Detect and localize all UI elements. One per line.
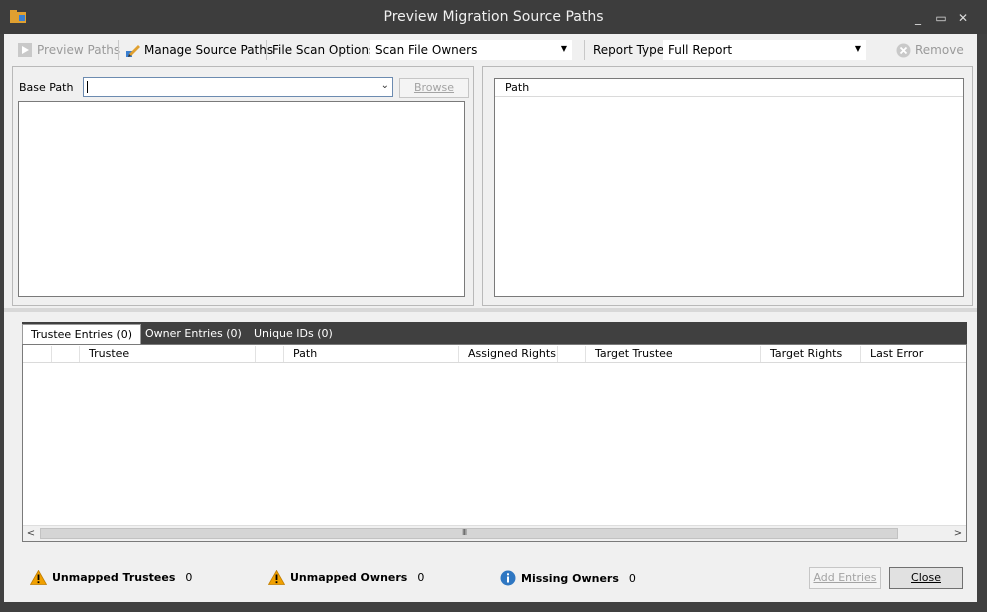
title-bar[interactable]: Preview Migration Source Paths _ ▭ ✕ [0,0,987,34]
toolbar: Preview Paths Manage Source Paths File S… [4,34,977,65]
remove-label: Remove [915,43,964,57]
missing-owners-count: 0 [628,571,636,585]
close-button[interactable]: Close [889,567,963,589]
missing-owners-status: Missing Owners 0 [500,570,636,586]
entries-section: Trustee Entries (0) Owner Entries (0) Un… [22,322,967,544]
file-scan-options-dropdown[interactable]: Scan File Owners ▼ [370,40,572,60]
paths-list[interactable]: Path [494,78,964,297]
column-separator [79,346,80,362]
manage-source-paths-label: Manage Source Paths [144,43,274,57]
toolbar-separator [584,40,585,60]
column-header-assigned-rights[interactable]: Assigned Rights [464,345,556,363]
column-header-path[interactable]: Path [289,345,317,363]
maximize-button[interactable]: ▭ [935,12,947,24]
column-separator [255,346,256,362]
remove-button[interactable]: Remove [896,42,964,58]
chevron-down-icon: ⌄ [380,80,389,91]
unmapped-owners-status: Unmapped Owners 0 [268,570,424,585]
chevron-down-icon: ▼ [560,44,567,53]
manage-source-paths-button[interactable]: Manage Source Paths [125,42,273,58]
report-type-label: Report Type: [593,43,669,57]
client-area: Preview Paths Manage Source Paths File S… [4,34,977,602]
paths-list-header: Path [495,79,963,97]
close-window-button[interactable]: ✕ [957,12,969,24]
toolbar-separator [118,40,119,60]
scroll-right-button[interactable]: > [950,526,966,541]
scroll-left-button[interactable]: < [23,526,39,541]
missing-owners-label: Missing Owners [521,571,619,585]
column-header-trustee[interactable]: Trustee [85,345,129,363]
warning-icon [268,570,285,585]
toolbar-separator [266,40,267,60]
entries-grid[interactable]: Trustee Path Assigned Rights Target Trus… [22,344,967,542]
entries-tabstrip: Trustee Entries (0) Owner Entries (0) Un… [22,322,967,344]
add-entries-button[interactable]: Add Entries [809,567,881,589]
scrollbar-thumb[interactable]: III [40,528,898,539]
tab-owner-entries[interactable]: Owner Entries (0) [137,324,250,344]
file-scan-options-value: Scan File Owners [375,43,478,57]
info-icon [500,570,516,586]
column-separator [51,346,52,362]
unmapped-trustees-count: 0 [185,571,193,584]
base-path-tree[interactable] [18,101,465,297]
pane-splitter[interactable] [4,308,977,312]
column-header-target-trustee[interactable]: Target Trustee [591,345,673,363]
browse-button[interactable]: Browse [399,78,469,98]
grip-icon: III [462,528,467,537]
file-scan-options-label: File Scan Options: [272,43,380,57]
column-separator [585,346,586,362]
warning-icon [30,570,47,585]
column-separator [458,346,459,362]
report-type-value: Full Report [668,43,733,57]
unmapped-owners-label: Unmapped Owners [290,571,408,584]
tab-trustee-entries[interactable]: Trustee Entries (0) [22,324,142,344]
column-header-target-rights[interactable]: Target Rights [766,345,842,363]
base-path-label: Base Path [19,81,74,94]
tab-unique-ids[interactable]: Unique IDs (0) [246,324,341,344]
unmapped-trustees-status: Unmapped Trustees 0 [30,570,192,585]
preview-paths-button[interactable]: Preview Paths [18,42,120,58]
upper-panes: Base Path ⌄ Browse Path [8,66,973,306]
base-path-input[interactable]: ⌄ [83,77,393,97]
column-separator [860,346,861,362]
report-type-dropdown[interactable]: Full Report ▼ [663,40,866,60]
column-separator [283,346,284,362]
column-header-last-error[interactable]: Last Error [866,345,923,363]
window-title: Preview Migration Source Paths [383,9,604,25]
edit-pencil-icon [126,45,140,57]
paths-pane: Path [482,66,973,306]
status-bar: Unmapped Trustees 0 Unmapped Owners 0 Mi… [4,562,977,592]
column-header-path[interactable]: Path [501,79,529,97]
entries-grid-header: Trustee Path Assigned Rights Target Trus… [23,345,966,363]
remove-circle-icon [896,43,911,57]
play-icon [18,43,32,57]
chevron-down-icon: ▼ [854,44,861,53]
unmapped-trustees-label: Unmapped Trustees [52,571,176,584]
minimize-button[interactable]: _ [912,12,924,24]
horizontal-scrollbar[interactable]: < III > [23,525,966,541]
column-separator [760,346,761,362]
window: Preview Migration Source Paths _ ▭ ✕ Pre… [0,0,987,612]
text-caret [87,81,88,93]
base-path-pane: Base Path ⌄ Browse [12,66,474,306]
preview-paths-label: Preview Paths [37,43,121,57]
unmapped-owners-count: 0 [417,571,425,584]
column-separator [557,346,558,362]
